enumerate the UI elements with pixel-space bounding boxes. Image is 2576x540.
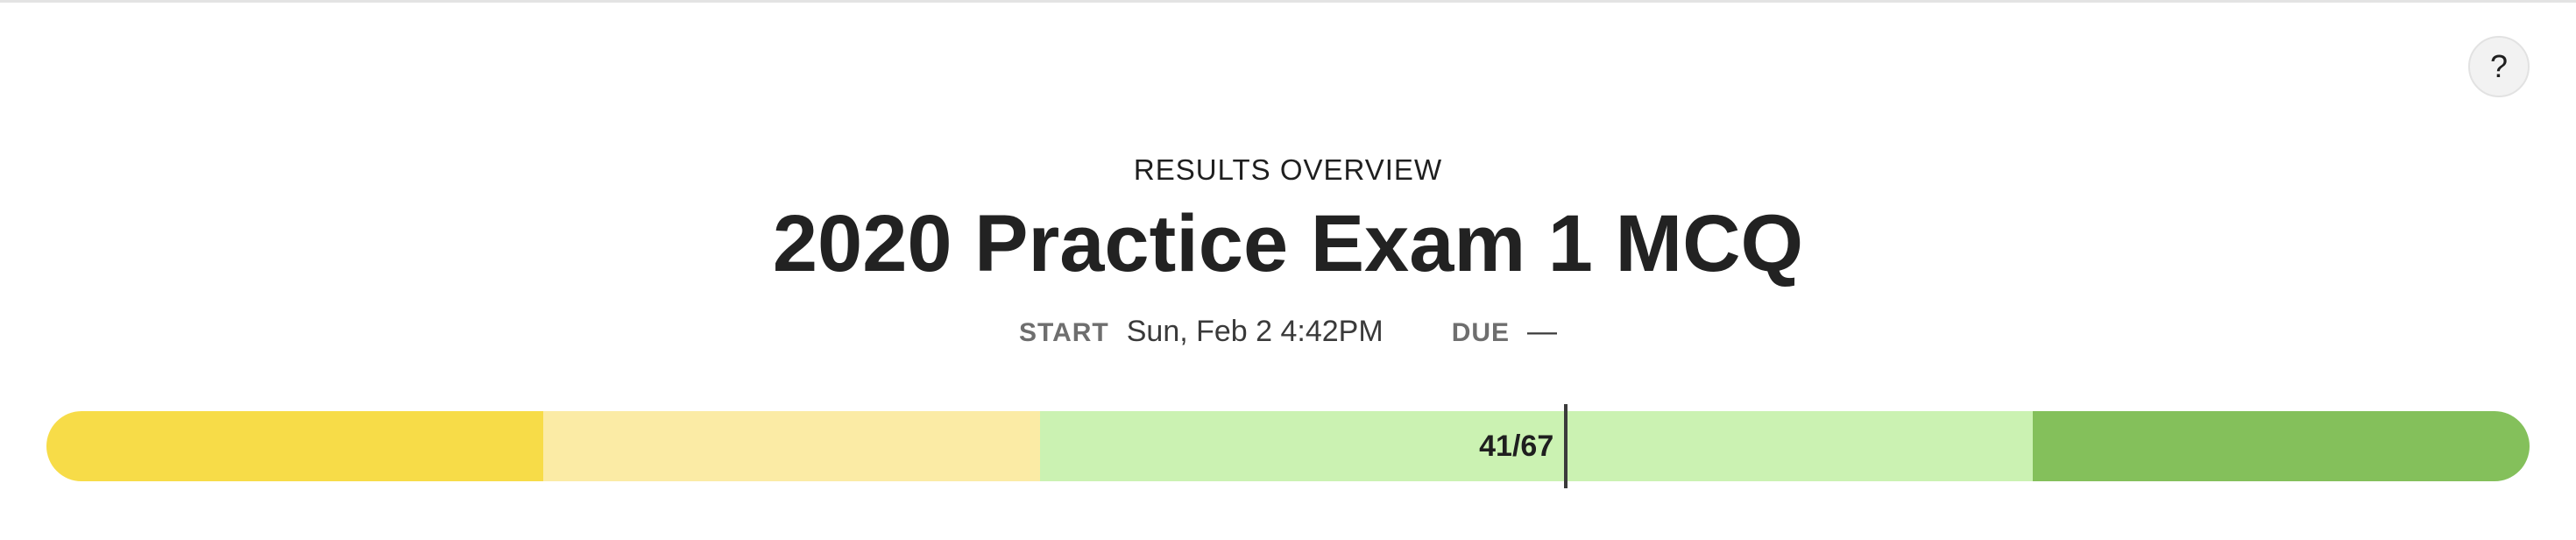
score-marker — [1564, 404, 1568, 488]
help-button[interactable]: ? — [2468, 36, 2530, 97]
start-label: START — [1018, 318, 1109, 347]
results-overview-label: RESULTS OVERVIEW — [1133, 153, 1443, 186]
due-value: — — [1527, 315, 1558, 348]
score-band-4 — [1536, 411, 2034, 481]
score-band-2 — [542, 411, 1040, 481]
start-value: Sun, Feb 2 4:42PM — [1126, 315, 1384, 348]
help-icon: ? — [2489, 48, 2509, 84]
score-progress-bar — [46, 411, 2530, 481]
results-page: ? RESULTS OVERVIEW 2020 Practice Exam 1 … — [0, 0, 2576, 540]
score-label: 41/67 — [1479, 430, 1554, 463]
score-band-5 — [2033, 411, 2530, 481]
due-label: DUE — [1451, 318, 1511, 347]
score-band-1 — [46, 411, 543, 481]
page-title: 2020 Practice Exam 1 MCQ — [772, 199, 1804, 288]
exam-dates: START Sun, Feb 2 4:42PM DUE — — [0, 315, 2576, 349]
